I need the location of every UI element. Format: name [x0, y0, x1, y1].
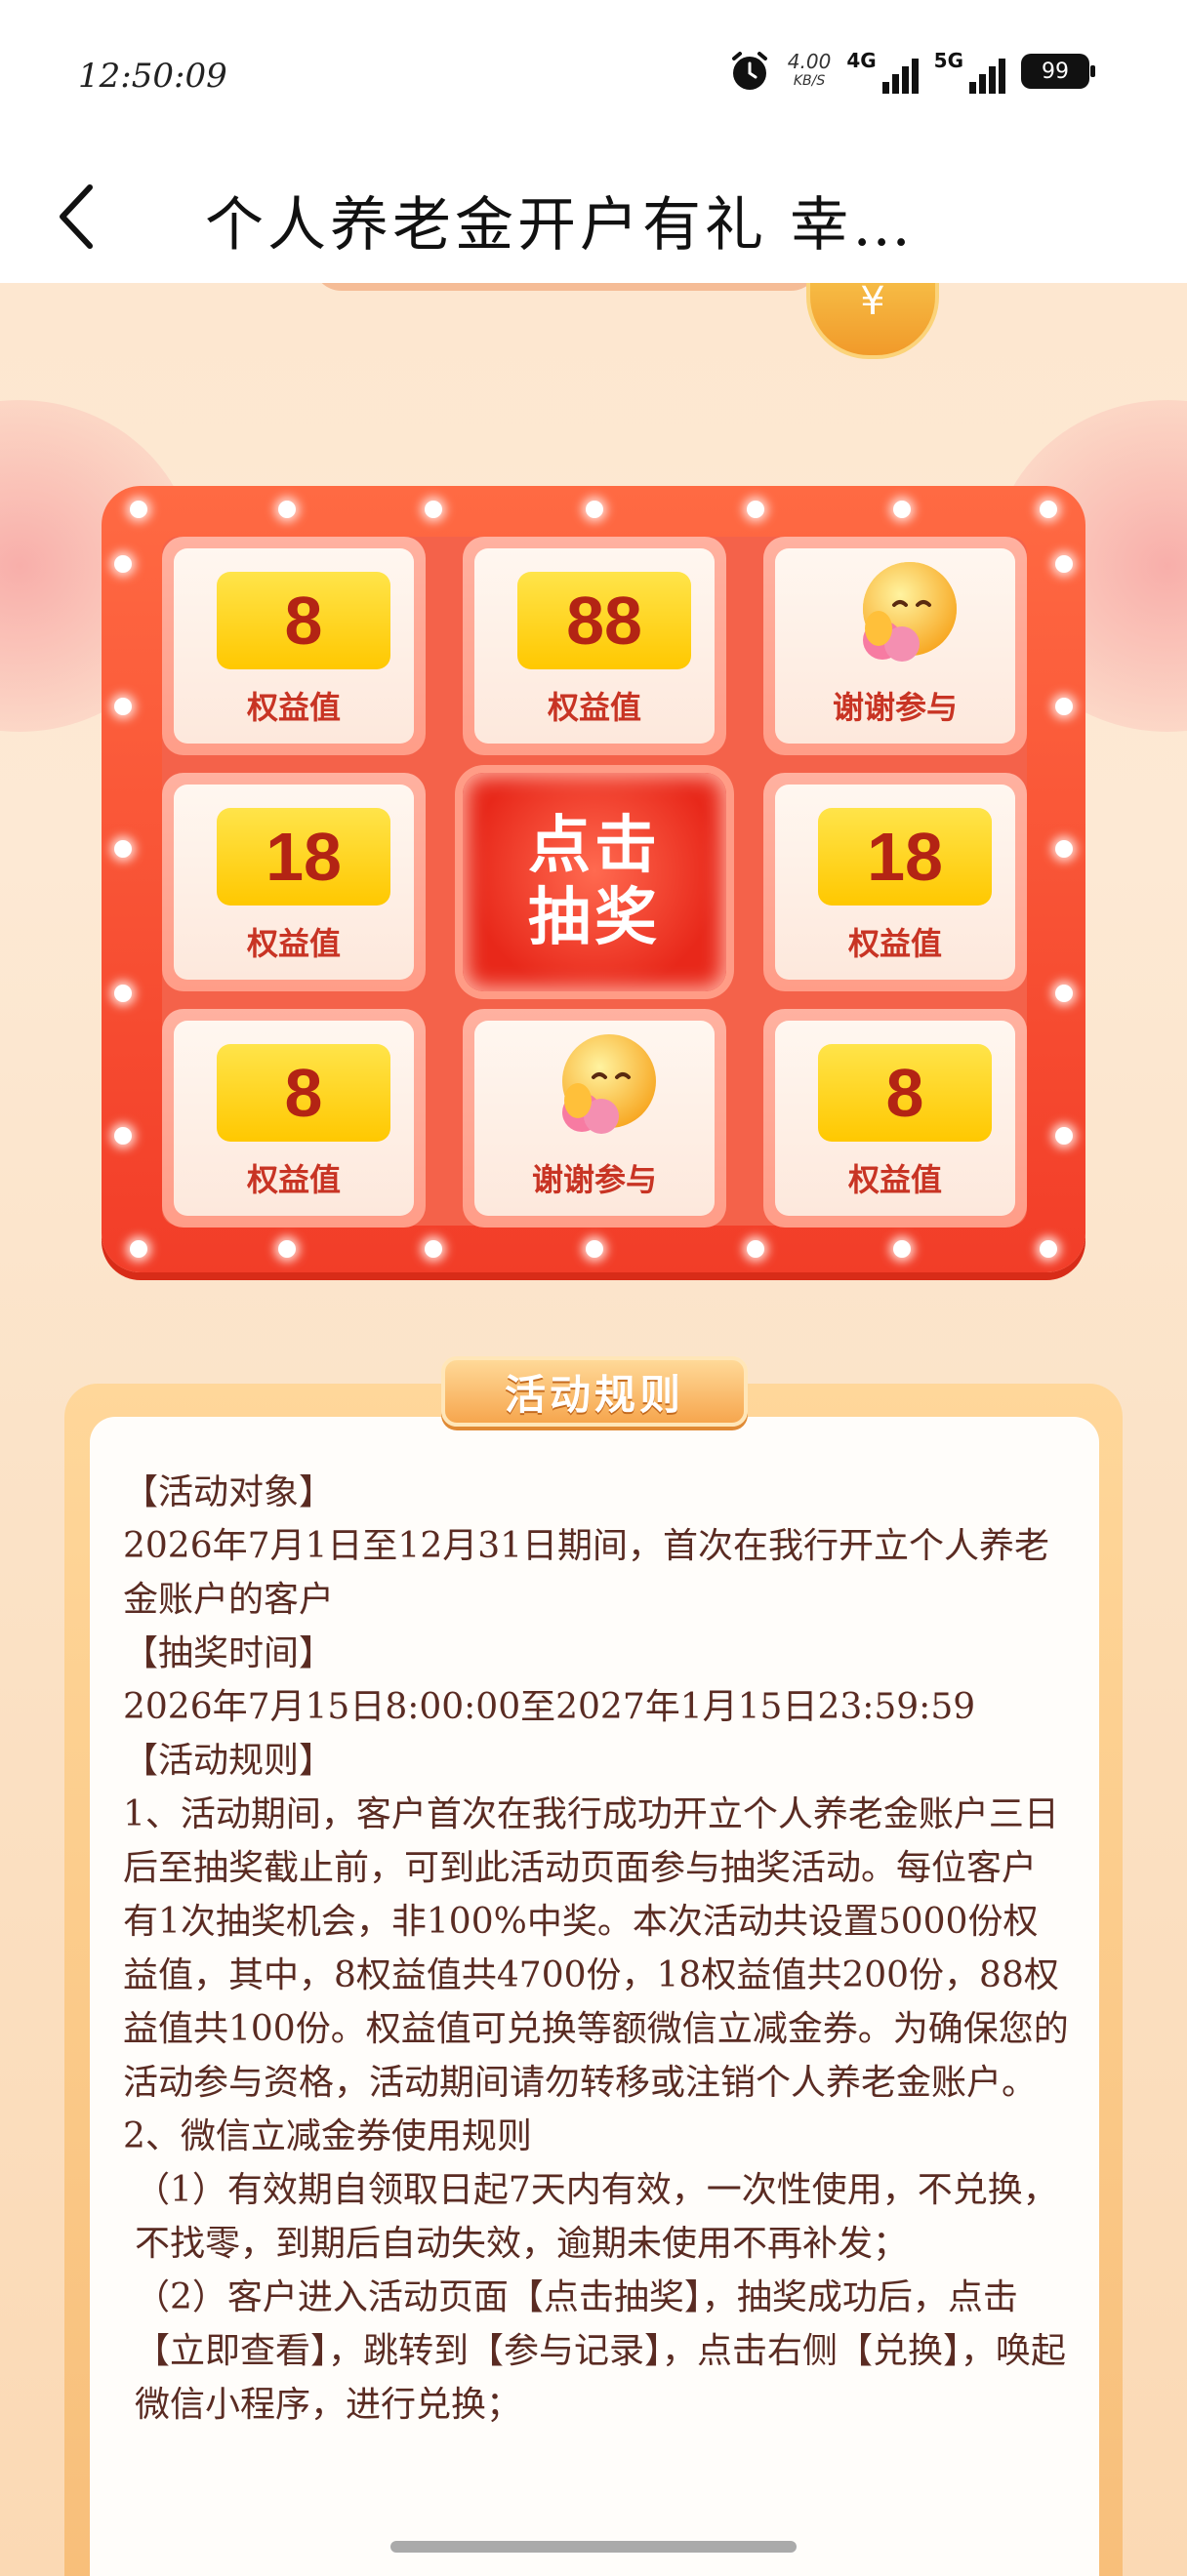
rules-line: 【抽奖时间】: [123, 1633, 335, 1673]
marquee-light: [893, 501, 911, 518]
rules-line: （2）客户进入活动页面【点击抽奖】，抽奖成功后，点击【立即查看】，跳转到【参与记…: [135, 2277, 1067, 2425]
marquee-light: [893, 1240, 911, 1258]
rules-line: 【活动规则】: [123, 1741, 335, 1781]
marquee-light: [1055, 555, 1073, 573]
battery-icon: 99: [1021, 54, 1095, 89]
rules-text: 【活动对象】 2026年7月1日至12月31日期间，首次在我行开立个人养老金账户…: [123, 1466, 1070, 2432]
prize-label: 权益值: [847, 925, 942, 962]
marquee-light: [747, 1240, 764, 1258]
rules-card: 【活动对象】 2026年7月1日至12月31日期间，首次在我行开立个人养老金账户…: [90, 1417, 1099, 2576]
page-title: 个人养老金开户有礼 幸…: [205, 191, 916, 260]
marquee-light: [586, 501, 603, 518]
network-speed-unit: KB/S: [793, 73, 826, 89]
prize-value: 88: [517, 572, 691, 669]
rules-line: 1、活动期间，客户首次在我行成功开立个人养老金账户三日后至抽奖截止前，可到此活动…: [123, 1794, 1069, 2103]
marquee-light: [278, 501, 296, 518]
marquee-light: [1055, 1127, 1073, 1145]
status-icons: 4.00 KB/S 4G 5G 99: [727, 49, 1095, 94]
prize-cell-18: 18 权益值: [763, 773, 1027, 991]
prize-label: 权益值: [246, 689, 341, 726]
signal-4g-label: 4G: [846, 49, 877, 72]
alarm-icon: [731, 52, 767, 90]
status-time: 12:50:09: [78, 57, 227, 96]
prize-cell-18: 18 权益值: [162, 773, 426, 991]
marquee-light: [130, 501, 147, 518]
rules-line: 2、微信立减金券使用规则: [123, 2116, 532, 2156]
title-bar: 个人养老金开户有礼 幸…: [0, 146, 1187, 283]
network-speed: 4.00 KB/S: [788, 52, 832, 91]
marquee-light: [114, 985, 132, 1002]
prize-value: 8: [217, 1044, 390, 1142]
prize-cell-thanks: 谢谢参与: [463, 1009, 726, 1228]
decor-strip: [312, 283, 820, 291]
prize-label: 权益值: [547, 689, 641, 726]
marquee-light: [1055, 698, 1073, 715]
marquee-light: [425, 501, 442, 518]
prize-value: 8: [818, 1044, 992, 1142]
prize-cell-8: 8 权益值: [162, 1009, 426, 1228]
hug-emoji-icon: [562, 1034, 656, 1134]
marquee-light: [114, 1127, 132, 1145]
battery-level: 99: [1042, 59, 1069, 84]
marquee-light: [130, 1240, 147, 1258]
rules-line: 2026年7月15日8:00:00至2027年1月15日23:59:59: [123, 1687, 976, 1727]
marquee-light: [114, 698, 132, 715]
signal-5g-icon: 5G: [934, 49, 1005, 94]
lottery-grid: 8 权益值 88 权益值 谢谢参与 18 权益值 点击 抽奖 18 权益值 8 …: [162, 537, 1027, 1228]
draw-label-2: 抽奖: [528, 882, 661, 954]
marquee-light: [747, 501, 764, 518]
marquee-light: [586, 1240, 603, 1258]
marquee-light: [114, 840, 132, 858]
hug-emoji-icon: [863, 562, 957, 662]
prize-label: 权益值: [246, 1161, 341, 1198]
prize-cell-8: 8 权益值: [162, 537, 426, 755]
activity-page[interactable]: ¥ 8 权益值 88 权益值 谢谢参与 18 权益值 点击 抽奖 18 权益值 …: [0, 283, 1187, 2576]
back-arrow-icon[interactable]: [51, 178, 109, 256]
prize-value: 8: [217, 572, 390, 669]
network-speed-value: 4.00: [787, 50, 832, 73]
prize-cell-8: 8 权益值: [763, 1009, 1027, 1228]
prize-label: 谢谢参与: [832, 689, 958, 726]
marquee-light: [114, 555, 132, 573]
prize-label: 权益值: [246, 925, 341, 962]
prize-cell-thanks: 谢谢参与: [763, 537, 1027, 755]
marquee-light: [425, 1240, 442, 1258]
rules-line: （1）有效期自领取日起7天内有效，一次性使用，不兑换，不找零，到期后自动失效，逾…: [135, 2170, 1058, 2264]
draw-label-1: 点击: [528, 810, 661, 882]
rules-line: 【活动对象】: [123, 1472, 335, 1512]
prize-cell-88: 88 权益值: [463, 537, 726, 755]
status-bar: 12:50:09 4.00 KB/S 4G 5G 99: [0, 0, 1187, 146]
marquee-light: [1040, 501, 1057, 518]
prize-label: 权益值: [847, 1161, 942, 1198]
signal-4g-icon: 4G: [846, 49, 919, 94]
marquee-light: [278, 1240, 296, 1258]
rules-title-badge: 活动规则: [441, 1356, 748, 1427]
prize-label: 谢谢参与: [531, 1161, 657, 1198]
coin-icon: ¥: [806, 283, 939, 359]
rules-line: 2026年7月1日至12月31日期间，首次在我行开立个人养老金账户的客户: [123, 1526, 1050, 1620]
prize-value: 18: [818, 808, 992, 906]
rules-title: 活动规则: [504, 1370, 684, 1419]
marquee-light: [1040, 1240, 1057, 1258]
marquee-light: [1055, 985, 1073, 1002]
marquee-light: [1055, 840, 1073, 858]
signal-5g-label: 5G: [933, 49, 963, 72]
lottery-board: 8 权益值 88 权益值 谢谢参与 18 权益值 点击 抽奖 18 权益值 8 …: [102, 486, 1085, 1272]
draw-button[interactable]: 点击 抽奖: [463, 773, 726, 991]
home-indicator[interactable]: [390, 2541, 797, 2553]
prize-value: 18: [217, 808, 390, 906]
